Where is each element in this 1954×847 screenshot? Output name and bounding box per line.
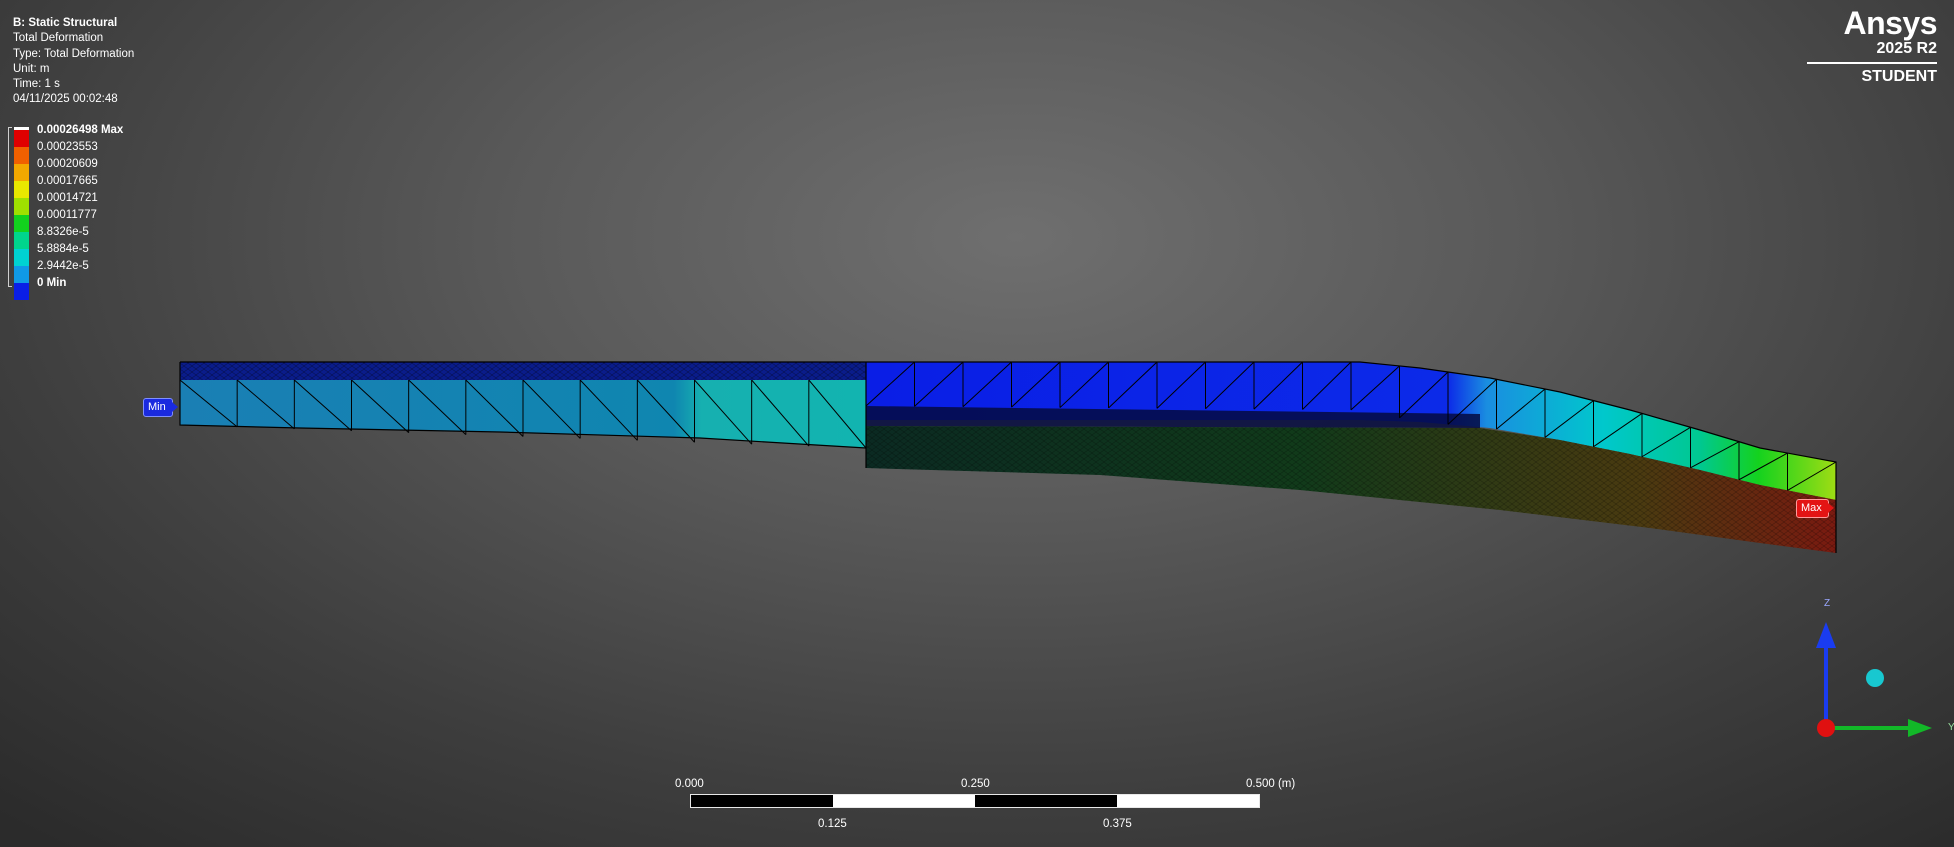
z-axis-label: Z xyxy=(1824,598,1830,609)
scale-segment xyxy=(691,795,833,807)
left-beam-top-strip xyxy=(180,362,866,380)
min-probe-tag[interactable]: Min xyxy=(143,398,178,417)
isometric-view-ball[interactable] xyxy=(1866,669,1884,687)
scale-label-0: 0.000 xyxy=(675,778,704,790)
scale-bar xyxy=(690,794,1260,808)
scale-label-250: 0.250 xyxy=(961,778,990,790)
coordinate-triad[interactable]: Z Y xyxy=(1816,598,1954,737)
scale-segment xyxy=(833,795,975,807)
scale-ruler: 0.000 0.250 0.500 (m) 0.125 0.375 xyxy=(675,775,1295,835)
scale-label-125: 0.125 xyxy=(818,818,847,830)
scale-segment xyxy=(1117,795,1259,807)
y-axis-label: Y xyxy=(1948,722,1954,733)
scale-label-375: 0.375 xyxy=(1103,818,1132,830)
scale-label-500: 0.500 (m) xyxy=(1246,778,1296,790)
scale-segment xyxy=(975,795,1117,807)
model-viewport[interactable]: Z Y xyxy=(0,0,1954,847)
max-probe-tag[interactable]: Max xyxy=(1796,499,1834,518)
y-axis-arrowhead xyxy=(1908,719,1932,737)
z-axis-arrowhead xyxy=(1816,622,1836,648)
x-axis-origin xyxy=(1817,719,1835,737)
